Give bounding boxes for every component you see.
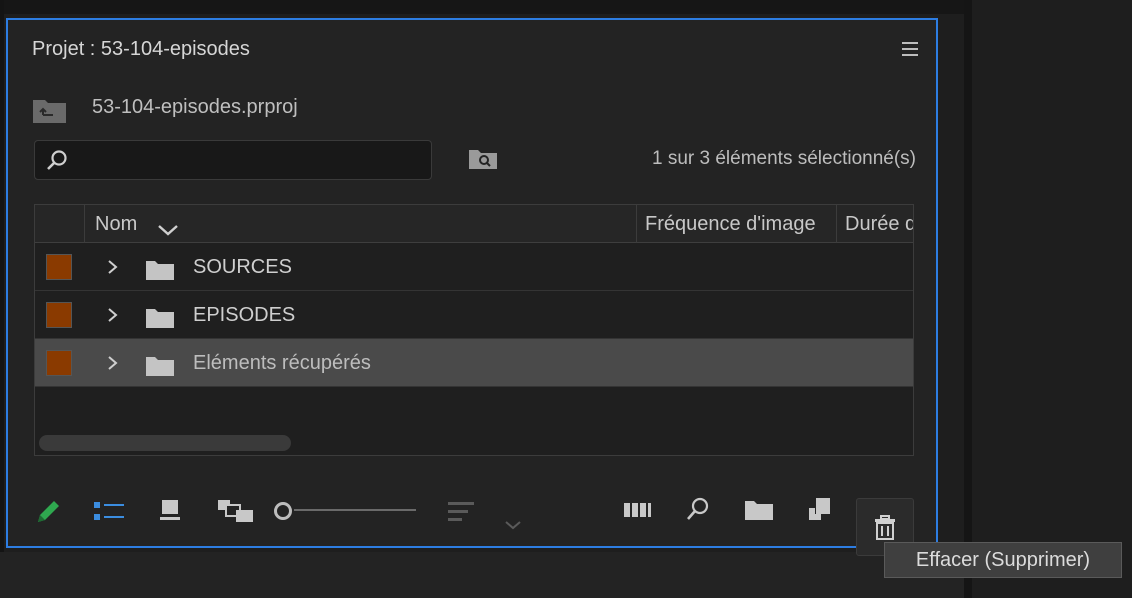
- new-item-icon[interactable]: [806, 496, 836, 522]
- trash-icon: [875, 515, 895, 540]
- table-row[interactable]: SOURCES: [35, 243, 913, 291]
- table-header: Nom Fréquence d'image Durée d: [35, 205, 913, 243]
- find-in-bin-icon[interactable]: [468, 148, 498, 170]
- project-file-name: 53-104-episodes.prproj: [92, 96, 298, 118]
- label-color-swatch[interactable]: [46, 254, 72, 280]
- search-field[interactable]: [34, 140, 432, 180]
- row-name: SOURCES: [193, 256, 292, 278]
- table-row-selected[interactable]: Eléments récupérés: [35, 339, 913, 387]
- pencil-icon[interactable]: [34, 496, 64, 526]
- project-file-icon: [33, 100, 66, 123]
- column-header-duration[interactable]: Durée d: [845, 213, 913, 236]
- zoom-slider-knob[interactable]: [274, 502, 292, 520]
- project-panel: Projet : 53-104-episodes 53-104-episodes…: [6, 18, 938, 556]
- zoom-slider-track[interactable]: [294, 509, 416, 511]
- icon-view-icon[interactable]: [158, 498, 182, 522]
- column-divider[interactable]: [636, 205, 637, 243]
- chevron-down-icon: [158, 225, 178, 236]
- column-header-frame-rate[interactable]: Fréquence d'image: [645, 213, 816, 236]
- window-left-edge: [0, 0, 4, 598]
- list-view-icon[interactable]: [92, 500, 126, 522]
- panel-menu-icon[interactable]: [902, 42, 918, 56]
- panel-divider[interactable]: [964, 0, 972, 598]
- row-name: EPISODES: [193, 304, 296, 326]
- column-name-label: Nom: [95, 213, 138, 235]
- column-divider[interactable]: [836, 205, 837, 243]
- zoom-slider[interactable]: [274, 500, 416, 520]
- find-icon[interactable]: [684, 496, 712, 524]
- folder-icon: [146, 357, 174, 376]
- lower-panel-area: [0, 552, 964, 598]
- chevron-right-icon[interactable]: [107, 307, 119, 323]
- sort-icon[interactable]: [446, 500, 478, 524]
- project-items-table: Nom Fréquence d'image Durée d SOURCES EP…: [34, 204, 914, 456]
- label-color-swatch[interactable]: [46, 350, 72, 376]
- folder-icon: [146, 309, 174, 328]
- panel-title: Projet : 53-104-episodes: [32, 38, 250, 60]
- table-row[interactable]: EPISODES: [35, 291, 913, 339]
- folder-icon: [146, 261, 174, 280]
- column-header-name[interactable]: Nom: [95, 213, 178, 236]
- horizontal-scrollbar[interactable]: [39, 435, 291, 451]
- selection-status: 1 sur 3 éléments sélectionné(s): [651, 148, 916, 169]
- new-bin-icon[interactable]: [744, 498, 774, 522]
- column-label-color[interactable]: [35, 205, 85, 243]
- sort-dropdown-chevron-icon[interactable]: [504, 520, 522, 532]
- search-icon: [47, 150, 67, 170]
- row-name: Eléments récupérés: [193, 352, 371, 374]
- label-color-swatch[interactable]: [46, 302, 72, 328]
- automate-to-sequence-icon[interactable]: [622, 500, 656, 520]
- chevron-right-icon[interactable]: [107, 259, 119, 275]
- search-input[interactable]: [75, 147, 419, 175]
- tooltip: Effacer (Supprimer): [884, 542, 1122, 578]
- chevron-right-icon[interactable]: [107, 355, 119, 371]
- window-top-edge: [0, 0, 964, 14]
- freeform-view-icon[interactable]: [216, 498, 256, 524]
